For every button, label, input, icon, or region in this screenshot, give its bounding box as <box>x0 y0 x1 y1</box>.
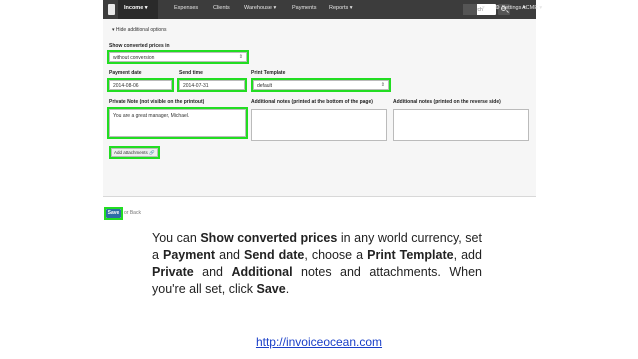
nav-clients[interactable]: Clients <box>213 5 230 11</box>
nav-reports[interactable]: Reports ▾ <box>329 5 353 11</box>
private-note-label: Private Note (not visible on the printou… <box>109 99 205 105</box>
desc-text-1: You can <box>152 231 201 245</box>
highlight-payment-date <box>107 78 174 92</box>
desc-bold-payment: Payment <box>162 248 216 262</box>
search-input[interactable]: Search <box>463 4 496 15</box>
nav-income[interactable]: Income ▾ <box>124 5 148 11</box>
highlight-add-attachments <box>109 146 160 159</box>
top-navigation-bar: Income ▾ Expenses Clients Warehouse ▾ Pa… <box>103 0 542 19</box>
highlight-print-template <box>251 78 391 92</box>
highlight-send-time <box>177 78 247 92</box>
desc-text-5: , add <box>453 248 482 262</box>
notes-reverse-label: Additional notes (printed on the reverse… <box>393 99 501 105</box>
desc-bold-save: Save <box>256 282 286 296</box>
nav-expenses[interactable]: Expenses <box>174 5 198 11</box>
desc-bold-private: Private <box>152 265 194 279</box>
highlight-save <box>104 207 123 220</box>
desc-text-8: . <box>285 282 290 296</box>
desc-bold-print-template: Print Template <box>367 248 454 262</box>
desc-bold-send-date: Send date <box>244 248 305 262</box>
search-icon <box>501 6 506 11</box>
account-menu[interactable]: ACME ▾ <box>522 5 542 11</box>
print-template-label: Print Template <box>251 70 286 76</box>
app-logo-icon[interactable] <box>108 4 115 15</box>
back-link[interactable]: or Back <box>124 210 141 216</box>
payment-date-label: Payment date <box>109 70 142 76</box>
send-time-label: Send time <box>179 70 203 76</box>
desc-bold-converted-prices: Show converted prices <box>200 231 338 245</box>
highlight-private-note <box>107 107 248 139</box>
notes-bottom-label: Additional notes (printed at the bottom … <box>251 99 373 105</box>
feature-description: You can Show converted prices in any wor… <box>152 230 482 298</box>
highlight-converted-prices <box>107 50 249 64</box>
desc-bold-additional: Additional <box>231 265 293 279</box>
additional-options-panel: ▾ Hide additional options Show converted… <box>103 19 536 197</box>
nav-warehouse[interactable]: Warehouse ▾ <box>244 5 276 11</box>
notes-bottom-textarea[interactable] <box>251 109 387 141</box>
website-link[interactable]: http://invoiceocean.com <box>0 335 638 349</box>
desc-text-3: and <box>215 248 245 262</box>
desc-text-4: , choose a <box>304 248 368 262</box>
converted-prices-label: Show converted prices in <box>109 43 170 49</box>
search-button[interactable] <box>498 4 510 15</box>
nav-payments[interactable]: Payments <box>292 5 316 11</box>
desc-text-6: and <box>193 265 232 279</box>
notes-reverse-textarea[interactable] <box>393 109 529 141</box>
hide-options-link[interactable]: ▾ Hide additional options <box>112 27 167 33</box>
